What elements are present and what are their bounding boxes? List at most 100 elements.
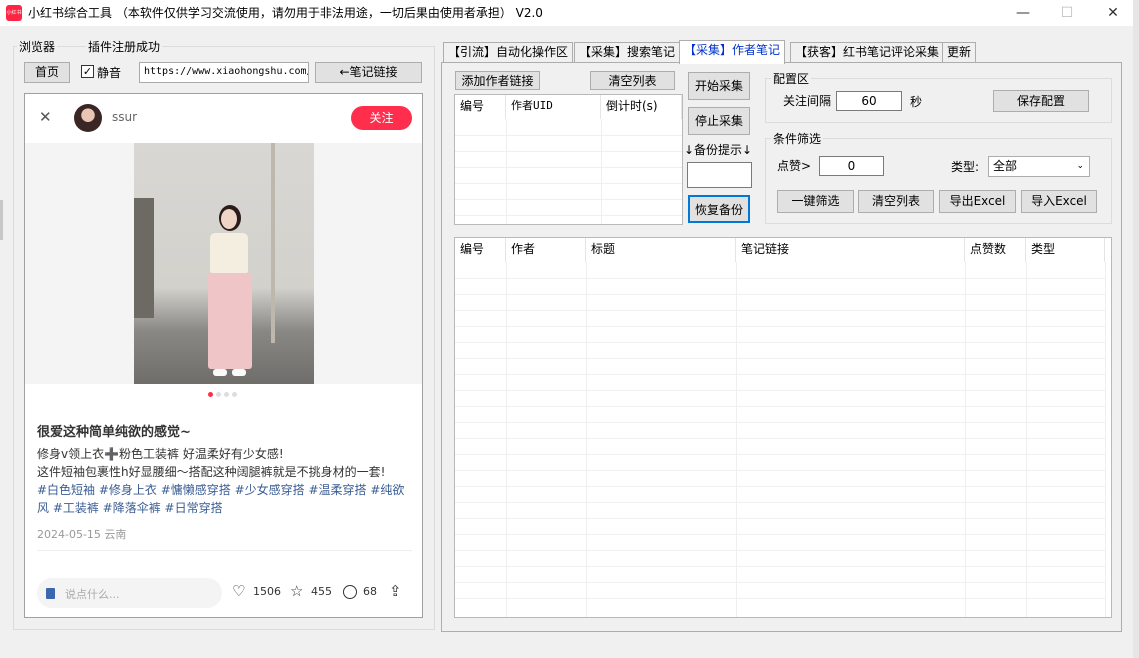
note-hashtags-line2[interactable]: 风 #工装裤 #降落伞裤 #日常穿搭 — [37, 499, 223, 516]
likes-filter-input[interactable]: 0 — [819, 156, 884, 176]
note-hashtags-line1[interactable]: #白色短袖 #修身上衣 #慵懒感穿搭 #少女感穿搭 #温柔穿搭 #纯欲 — [37, 481, 404, 498]
photo-face — [221, 209, 237, 229]
col-header[interactable]: 点赞数 — [965, 238, 1026, 262]
grid-line — [455, 550, 1105, 551]
clear-result-list-button[interactable]: 清空列表 — [858, 190, 934, 213]
backup-field[interactable] — [687, 162, 752, 188]
interval-input[interactable]: 60 — [836, 91, 902, 111]
restore-backup-button[interactable]: 恢复备份 — [688, 195, 750, 223]
import-excel-button[interactable]: 导入Excel — [1021, 190, 1097, 213]
clear-author-list-button[interactable]: 清空列表 — [590, 71, 675, 90]
grid-line — [455, 422, 1105, 423]
comment-icon[interactable] — [343, 585, 357, 599]
grid-line — [1105, 262, 1106, 617]
save-config-button[interactable]: 保存配置 — [993, 90, 1089, 112]
close-icon[interactable]: ✕ — [39, 108, 52, 126]
seconds-label: 秒 — [910, 95, 923, 109]
config-group-title: 配置区 — [771, 70, 812, 87]
pencil-icon — [46, 588, 55, 599]
follow-button[interactable]: 关注 — [351, 106, 412, 130]
browser-view: ✕ ssur 关注 很爱这种简单纯欲的感觉~ 修身v领上衣➕粉色工装裤 好温柔好… — [24, 93, 423, 618]
note-link-button[interactable]: ←笔记链接 — [315, 62, 422, 83]
grid-line — [455, 215, 682, 216]
note-date-location: 2024-05-15 云南 — [37, 528, 127, 541]
chevron-down-icon: ⌄ — [1076, 161, 1084, 171]
carousel-dot-active[interactable] — [208, 392, 213, 397]
grid-line — [455, 598, 1105, 599]
mute-label: 静音 — [97, 66, 122, 80]
grid-line — [586, 262, 587, 617]
col-header[interactable]: 作者 — [506, 238, 586, 262]
home-button[interactable]: 首页 — [24, 62, 70, 83]
tab-collect-search-notes[interactable]: 【采集】搜索笔记 — [574, 42, 681, 62]
start-collect-button[interactable]: 开始采集 — [688, 72, 750, 100]
grid-line — [455, 358, 1105, 359]
plugin-status: 插件注册成功 — [86, 38, 163, 55]
photo-shoe-left — [213, 369, 227, 376]
photo-pants — [208, 273, 252, 369]
type-filter-label: 类型: — [951, 160, 980, 174]
grid-line — [1026, 262, 1027, 617]
col-header[interactable]: 编号 — [455, 238, 506, 262]
col-header[interactable]: 作者UID — [506, 95, 601, 119]
grid-line — [455, 406, 1105, 407]
grid-line — [455, 470, 1105, 471]
url-input[interactable]: https://www.xiaohongshu.com/ — [139, 62, 309, 83]
grid-line — [455, 278, 1105, 279]
grid-line — [455, 582, 1105, 583]
browser-group-title: 浏览器 — [17, 38, 58, 55]
col-header[interactable]: 类型 — [1026, 238, 1105, 262]
title-bar: 小红书 小红书综合工具 （本软件仅供学习交流使用，请勿用于非法用途，一切后果由使… — [0, 0, 1139, 26]
grid-line — [455, 438, 1105, 439]
grid-line — [455, 566, 1105, 567]
tab-update[interactable]: 更新 — [942, 42, 977, 62]
col-header[interactable]: 笔记链接 — [736, 238, 965, 262]
mute-checkbox[interactable]: ✓ — [81, 65, 94, 78]
stop-collect-button[interactable]: 停止采集 — [688, 107, 750, 135]
carousel-dot[interactable] — [216, 392, 221, 397]
share-icon[interactable]: ⇪ — [389, 582, 402, 600]
col-header[interactable]: 倒计时(s) — [601, 95, 682, 119]
app-icon: 小红书 — [6, 5, 22, 21]
grid-line — [506, 262, 507, 617]
author-list[interactable]: 编号 作者UID 倒计时(s) — [454, 94, 683, 225]
photo-door-frame — [271, 143, 275, 343]
maximize-button[interactable]: ☐ — [1044, 0, 1090, 26]
window-edge-strip — [0, 200, 3, 240]
comment-box[interactable]: 说点什么... — [37, 578, 222, 608]
grid-line — [455, 135, 682, 136]
star-icon[interactable]: ☆ — [290, 582, 303, 600]
photo-rack — [134, 198, 154, 318]
note-photo[interactable] — [134, 143, 314, 384]
username[interactable]: ssur — [112, 110, 137, 124]
interval-label: 关注间隔 — [783, 94, 832, 108]
type-select[interactable]: 全部 ⌄ — [988, 156, 1090, 177]
comments-count: 68 — [363, 585, 377, 598]
results-list[interactable]: 编号 作者 标题 笔记链接 点赞数 类型 — [454, 237, 1112, 618]
close-button[interactable]: ✕ — [1090, 0, 1136, 26]
add-author-link-button[interactable]: 添加作者链接 — [455, 71, 540, 90]
results-list-header: 编号 作者 标题 笔记链接 点赞数 类型 — [455, 238, 1111, 262]
one-click-filter-button[interactable]: 一键筛选 — [777, 190, 854, 213]
tab-traffic-automation[interactable]: 【引流】自动化操作区 — [443, 42, 574, 62]
likes-filter-label: 点赞> — [777, 159, 812, 173]
tab-collect-author-notes[interactable]: 【采集】作者笔记 — [679, 40, 786, 64]
window-title: 小红书综合工具 （本软件仅供学习交流使用，请勿用于非法用途，一切后果由使用者承担… — [28, 6, 543, 20]
filter-group-title: 条件筛选 — [771, 130, 824, 147]
carousel-dot[interactable] — [232, 392, 237, 397]
grid-line — [455, 502, 1105, 503]
grid-line — [455, 534, 1105, 535]
grid-line — [965, 262, 966, 617]
export-excel-button[interactable]: 导出Excel — [939, 190, 1016, 213]
window-edge — [1133, 0, 1139, 658]
heart-icon[interactable]: ♡ — [232, 582, 245, 600]
note-image-area — [25, 143, 422, 384]
col-header[interactable]: 标题 — [586, 238, 736, 262]
carousel-dot[interactable] — [224, 392, 229, 397]
avatar[interactable] — [74, 104, 102, 132]
grid-line — [455, 342, 1105, 343]
col-header[interactable]: 编号 — [455, 95, 506, 119]
grid-line — [455, 518, 1105, 519]
tab-comment-collection[interactable]: 【获客】红书笔记评论采集 — [790, 42, 945, 62]
minimize-button[interactable]: — — [1000, 0, 1046, 26]
